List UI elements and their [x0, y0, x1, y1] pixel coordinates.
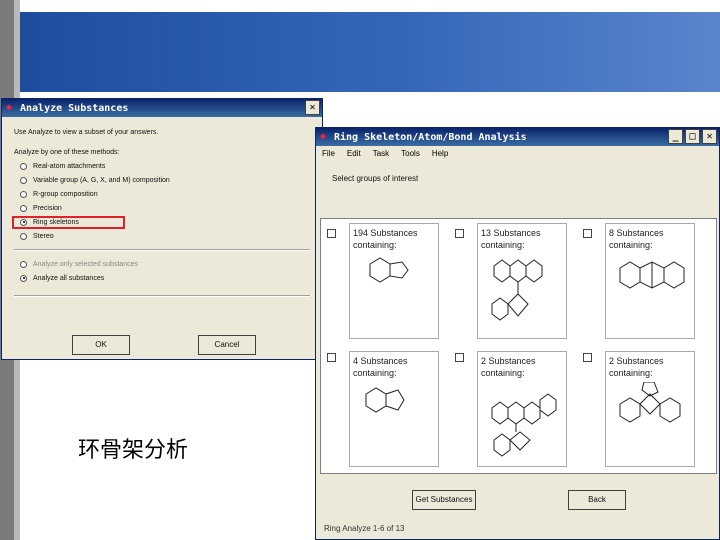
result-card[interactable]: 194 Substances containing:	[349, 223, 439, 339]
result-checkbox[interactable]	[583, 353, 592, 362]
radio-icon[interactable]	[20, 190, 27, 198]
method-option-real-atom[interactable]: Real-atom attachments	[14, 159, 310, 173]
result-card[interactable]: 2 Substances containing:	[605, 351, 695, 467]
analyze-title: Analyze Substances	[20, 102, 129, 114]
method-label: Stereo	[33, 232, 54, 240]
divider	[14, 295, 310, 297]
result-count: 13 Substances containing:	[481, 228, 541, 250]
radio-icon[interactable]	[20, 232, 27, 240]
method-label: Real-atom attachments	[33, 162, 106, 170]
menu-task[interactable]: Task	[373, 149, 389, 158]
result-count: 194 Substances containing:	[353, 228, 418, 250]
slide-caption: 环骨架分析	[78, 438, 189, 463]
analyze-intro: Use Analyze to view a subset of your ans…	[14, 128, 159, 136]
result-card[interactable]: 2 Substances containing:	[477, 351, 567, 467]
select-prompt: Select groups of interest	[332, 174, 419, 183]
analyze-body: Use Analyze to view a subset of your ans…	[2, 117, 322, 311]
ring-structure-icon	[365, 387, 405, 413]
slide-title-banner	[20, 12, 720, 92]
result-card[interactable]: 8 Substances containing:	[605, 223, 695, 339]
app-diamond-icon: ◆	[320, 131, 327, 142]
result-count: 2 Substances containing:	[609, 356, 664, 378]
ok-button[interactable]: OK	[72, 335, 130, 355]
get-substances-button[interactable]: Get Substances	[412, 490, 476, 510]
menu-bar: File Edit Task Tools Help	[316, 146, 719, 160]
close-icon[interactable]: ✕	[702, 129, 717, 144]
result-count: 2 Substances containing:	[481, 356, 536, 378]
radio-icon[interactable]	[20, 218, 27, 226]
app-diamond-icon: ◆	[6, 102, 13, 113]
method-label: Ring skeletons	[33, 218, 79, 226]
method-label: Variable group (A, G, X, and M) composit…	[33, 176, 170, 184]
scope-label: Analyze all substances	[33, 274, 105, 282]
slide-top-strip	[20, 0, 720, 12]
maximize-icon[interactable]: □	[685, 129, 700, 144]
result-checkbox[interactable]	[455, 229, 464, 238]
method-option-r-group[interactable]: R-group composition	[14, 187, 310, 201]
results-grid: 194 Substances containing: 13 Substances c…	[320, 218, 717, 474]
divider	[14, 249, 310, 251]
scope-option-all[interactable]: Analyze all substances	[14, 271, 310, 285]
result-checkbox[interactable]	[327, 229, 336, 238]
minimize-icon[interactable]: _	[668, 129, 683, 144]
cancel-button[interactable]: Cancel	[198, 335, 256, 355]
radio-icon[interactable]	[20, 260, 27, 268]
method-option-precision[interactable]: Precision	[14, 201, 310, 215]
ring-structure-icon	[619, 382, 681, 423]
close-icon[interactable]: ✕	[305, 100, 320, 115]
result-checkbox[interactable]	[583, 229, 592, 238]
method-option-variable-group[interactable]: Variable group (A, G, X, and M) composit…	[14, 173, 310, 187]
back-button[interactable]: Back	[568, 490, 626, 510]
result-card[interactable]: 13 Substances containing:	[477, 223, 567, 339]
menu-file[interactable]: File	[322, 149, 335, 158]
method-option-stereo[interactable]: Stereo	[14, 229, 310, 243]
radio-icon[interactable]	[20, 162, 27, 170]
ring-titlebar[interactable]: ◆ Ring Skeleton/Atom/Bond Analysis _ □ ✕	[316, 128, 719, 146]
ring-title: Ring Skeleton/Atom/Bond Analysis	[334, 131, 527, 143]
result-card[interactable]: 4 Substances containing:	[349, 351, 439, 467]
result-checkbox[interactable]	[455, 353, 464, 362]
result-checkbox[interactable]	[327, 353, 336, 362]
method-label: Precision	[33, 204, 62, 212]
ring-structure-icon	[619, 261, 685, 289]
menu-help[interactable]: Help	[432, 149, 448, 158]
radio-icon[interactable]	[20, 204, 27, 212]
ring-skeletons-highlight: Ring skeletons	[12, 215, 125, 229]
method-label: R-group composition	[33, 190, 98, 198]
ring-structure-icon	[491, 393, 557, 457]
menu-edit[interactable]: Edit	[347, 149, 361, 158]
radio-icon[interactable]	[20, 274, 27, 282]
ring-structure-icon	[369, 257, 409, 283]
result-count: 8 Substances containing:	[609, 228, 664, 250]
menu-tools[interactable]: Tools	[401, 149, 420, 158]
ring-structure-icon	[491, 259, 543, 321]
radio-icon[interactable]	[20, 176, 27, 184]
result-count: 4 Substances containing:	[353, 356, 408, 378]
status-bar: Ring Analyze 1-6 of 13	[324, 524, 405, 533]
methods-label: Analyze by one of these methods:	[14, 148, 120, 156]
scope-option-selected[interactable]: Analyze only selected substances	[14, 257, 310, 271]
scope-label: Analyze only selected substances	[33, 260, 139, 268]
ring-analysis-window: ◆ Ring Skeleton/Atom/Bond Analysis _ □ ✕…	[315, 127, 720, 540]
analyze-substances-dialog: ◆ Analyze Substances ✕ Use Analyze to vi…	[1, 98, 323, 360]
method-option-ring-skeletons[interactable]: Ring skeletons	[12, 215, 310, 229]
analyze-titlebar[interactable]: ◆ Analyze Substances ✕	[2, 99, 322, 117]
